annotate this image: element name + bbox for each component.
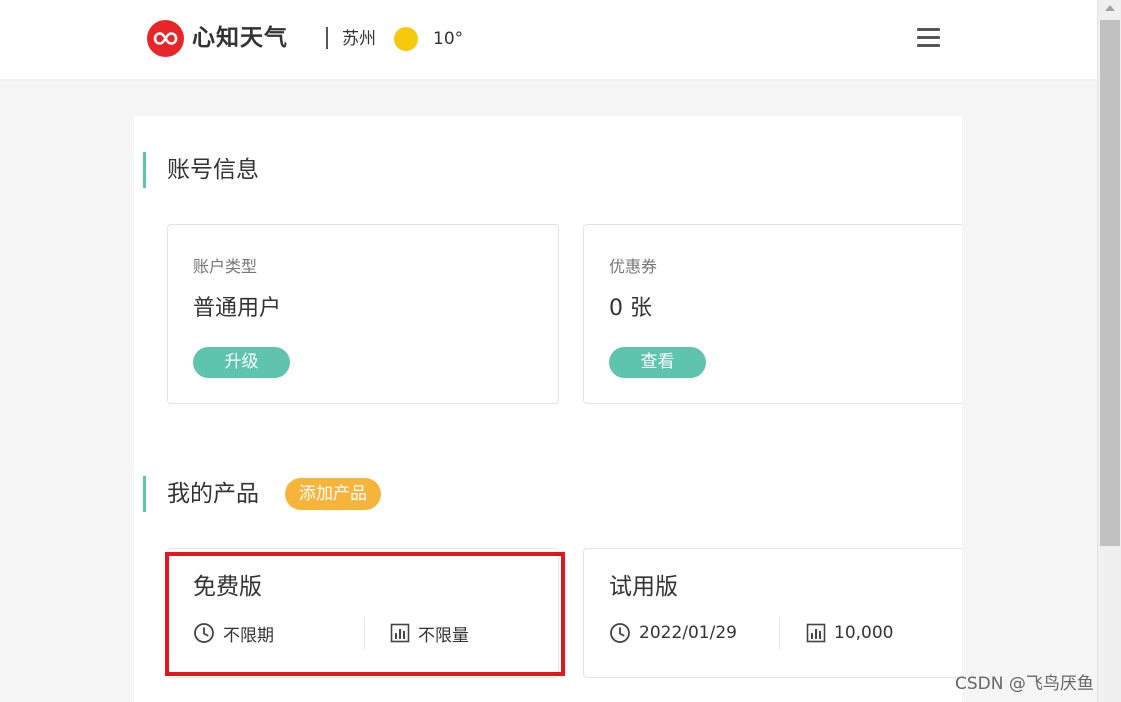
main-content-panel: 账号信息 账户类型 普通用户 升级 优惠券 0 张 查看 我的产品 添加产品 免… xyxy=(134,116,962,702)
coupon-label: 优惠券 xyxy=(609,257,658,276)
scroll-up-arrow-icon[interactable] xyxy=(1105,5,1115,11)
top-header: 心知天气 苏州 10° xyxy=(0,0,1097,79)
header-divider xyxy=(326,27,328,49)
current-temperature: 10° xyxy=(433,29,464,49)
add-product-button[interactable]: 添加产品 xyxy=(285,478,381,510)
products-section-title: 我的产品 xyxy=(167,481,259,507)
clock-icon xyxy=(194,623,214,643)
product-period: 不限期 xyxy=(193,621,274,646)
current-city[interactable]: 苏州 xyxy=(342,27,376,51)
brand-name[interactable]: 心知天气 xyxy=(192,22,288,54)
product-name: 试用版 xyxy=(609,574,678,600)
scrollbar-thumb[interactable] xyxy=(1100,20,1120,546)
bar-chart-icon xyxy=(806,623,826,643)
product-card-trial[interactable]: 试用版 2022/01/29 10,000 xyxy=(583,548,962,678)
watermark-text: CSDN @飞鸟厌鱼 xyxy=(955,674,1094,694)
account-type-value: 普通用户 xyxy=(193,296,282,321)
product-quota: 10,000 xyxy=(806,621,893,645)
product-period: 2022/01/29 xyxy=(609,621,737,645)
account-type-label: 账户类型 xyxy=(193,257,258,276)
sun-icon xyxy=(394,27,418,51)
upgrade-button[interactable]: 升级 xyxy=(193,347,290,378)
section-accent-bar xyxy=(143,152,146,188)
product-card-free[interactable]: 免费版 不限期 不限量 xyxy=(167,548,559,678)
meta-divider xyxy=(364,617,365,649)
period-text: 2022/01/29 xyxy=(639,623,737,643)
product-name: 免费版 xyxy=(193,574,262,600)
brand-logo-icon[interactable] xyxy=(147,20,184,57)
coupon-value: 0 张 xyxy=(609,296,652,321)
clock-icon xyxy=(610,623,630,643)
section-accent-bar xyxy=(143,476,146,512)
hamburger-menu-icon[interactable] xyxy=(917,28,941,48)
account-section-title: 账号信息 xyxy=(167,157,259,183)
bar-chart-icon xyxy=(390,623,410,643)
period-text: 不限期 xyxy=(223,625,274,646)
quota-text: 不限量 xyxy=(418,625,469,646)
account-type-card: 账户类型 普通用户 升级 xyxy=(167,224,559,404)
view-coupons-button[interactable]: 查看 xyxy=(609,347,706,378)
page-scrollbar[interactable] xyxy=(1097,0,1121,702)
quota-text: 10,000 xyxy=(834,623,894,643)
product-quota: 不限量 xyxy=(390,621,469,646)
coupon-card: 优惠券 0 张 查看 xyxy=(583,224,962,404)
meta-divider xyxy=(779,617,780,649)
